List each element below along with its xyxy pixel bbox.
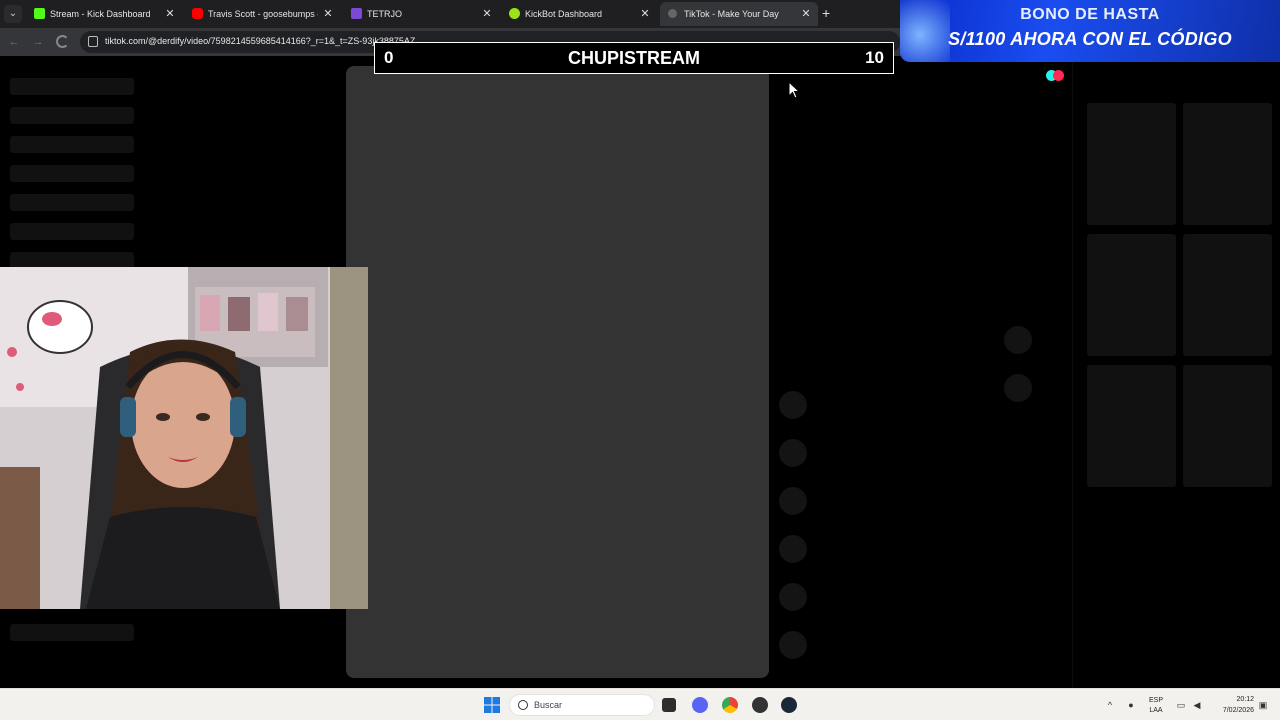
promo-line-2: S/1100 AHORA CON EL CÓDIGO <box>948 29 1232 49</box>
address-url[interactable]: tiktok.com/@derdify/video/75982145596854… <box>105 35 415 48</box>
language-code[interactable]: ESP <box>1146 696 1166 705</box>
related-video-placeholder[interactable] <box>1183 365 1272 487</box>
tetrio-icon <box>351 8 362 19</box>
scoreboard-overlay: 0 CHUPISTREAM 10 <box>374 42 894 74</box>
close-tab-icon[interactable]: ✕ <box>322 2 334 26</box>
windows-start-icon[interactable] <box>484 697 500 713</box>
webcam-overlay <box>0 267 368 609</box>
tab-title: TETRJO <box>367 9 402 19</box>
action-button-placeholder[interactable] <box>779 631 807 659</box>
related-video-placeholder[interactable] <box>1183 234 1272 356</box>
clock-date[interactable]: 7/02/2026 <box>1210 706 1254 715</box>
steam-icon[interactable] <box>781 697 797 713</box>
sidebar-skeleton-item <box>10 136 134 153</box>
tiktok-logo-icon <box>1046 70 1070 82</box>
close-tab-icon[interactable]: ✕ <box>639 2 651 26</box>
clock-time[interactable]: 20:12 <box>1210 695 1254 704</box>
tab-title: TikTok - Make Your Day <box>684 9 779 19</box>
tiktok-icon <box>668 9 677 18</box>
kickbot-icon <box>509 8 520 19</box>
screen: ⌄ Stream - Kick Dashboard ✕ Travis Scott… <box>0 0 1280 720</box>
scoreboard-title: CHUPISTREAM <box>567 48 700 68</box>
forward-arrow-icon[interactable]: → <box>30 34 46 50</box>
sidebar-skeleton-item <box>10 107 134 124</box>
divider <box>1072 56 1073 688</box>
discord-icon[interactable] <box>692 697 708 713</box>
microphone-icon[interactable]: ● <box>1126 700 1136 710</box>
promo-line-1: BONO DE HASTA <box>1020 6 1160 23</box>
tab-search-chevron-icon[interactable]: ⌄ <box>4 5 22 23</box>
show-hidden-icons-chevron-icon[interactable]: ^ <box>1105 700 1115 710</box>
related-video-placeholder[interactable] <box>1087 103 1176 225</box>
sidebar-skeleton-item <box>10 194 134 211</box>
sidebar-skeleton-item <box>10 223 134 240</box>
mouse-cursor-icon <box>788 81 800 99</box>
obs-icon[interactable] <box>752 697 768 713</box>
tab-kickbot-dashboard[interactable]: KickBot Dashboard ✕ <box>501 2 657 26</box>
back-arrow-icon[interactable]: ← <box>6 34 22 50</box>
tab-title: Travis Scott - goosebumps (Offi <box>208 9 318 19</box>
streamer-webcam-image <box>0 267 368 609</box>
related-video-placeholder[interactable] <box>1087 234 1176 356</box>
kick-icon <box>34 8 45 19</box>
action-button-placeholder[interactable] <box>779 583 807 611</box>
chrome-icon[interactable] <box>722 697 738 713</box>
search-label: Buscar <box>534 700 563 710</box>
language-layout[interactable]: LAA <box>1146 706 1166 715</box>
close-tab-icon[interactable]: ✕ <box>164 2 176 26</box>
new-tab-plus-icon[interactable]: + <box>822 4 830 22</box>
volume-icon[interactable]: ◀ <box>1192 700 1202 710</box>
close-tab-icon[interactable]: ✕ <box>481 2 493 26</box>
like-button-placeholder[interactable] <box>779 391 807 419</box>
sidebar-skeleton-item <box>10 624 134 641</box>
nav-up-button-placeholder[interactable] <box>1004 326 1032 354</box>
notification-bell-icon[interactable]: ▣ <box>1258 700 1268 710</box>
tab-kick-dashboard[interactable]: Stream - Kick Dashboard ✕ <box>26 2 182 26</box>
tab-youtube-goosebumps[interactable]: Travis Scott - goosebumps (Offi ✕ <box>184 2 340 26</box>
logo-red-dot <box>1053 70 1064 81</box>
bookmark-button-placeholder[interactable] <box>779 487 807 515</box>
sidebar-skeleton-item <box>10 78 134 95</box>
related-video-placeholder[interactable] <box>1087 365 1176 487</box>
promo-banner: BONO DE HASTA S/1100 AHORA CON EL CÓDIGO <box>900 0 1280 62</box>
nav-down-button-placeholder[interactable] <box>1004 374 1032 402</box>
close-tab-icon[interactable]: ✕ <box>800 2 812 26</box>
tab-tiktok[interactable]: TikTok - Make Your Day ✕ <box>660 2 818 26</box>
youtube-icon <box>192 8 203 19</box>
loading-spinner-icon[interactable] <box>56 35 69 48</box>
right-score: 10 <box>865 48 884 67</box>
tab-title: KickBot Dashboard <box>525 9 603 19</box>
tab-title: Stream - Kick Dashboard <box>50 9 151 19</box>
related-video-placeholder[interactable] <box>1183 103 1272 225</box>
sidebar-skeleton-item <box>10 165 134 182</box>
task-view-icon[interactable] <box>662 698 676 712</box>
tab-tetrio[interactable]: TETRJO ✕ <box>343 2 499 26</box>
site-info-icon[interactable] <box>88 36 98 47</box>
comment-button-placeholder[interactable] <box>779 439 807 467</box>
share-button-placeholder[interactable] <box>779 535 807 563</box>
search-icon <box>518 700 528 710</box>
taskbar-search-box[interactable]: Buscar <box>509 694 655 716</box>
windows-taskbar: Buscar ^ ● ESP LAA ▭ ◀ 20:12 7/02/2026 ▣ <box>0 688 1280 720</box>
video-placeholder[interactable] <box>346 66 769 678</box>
network-icon[interactable]: ▭ <box>1176 700 1186 710</box>
